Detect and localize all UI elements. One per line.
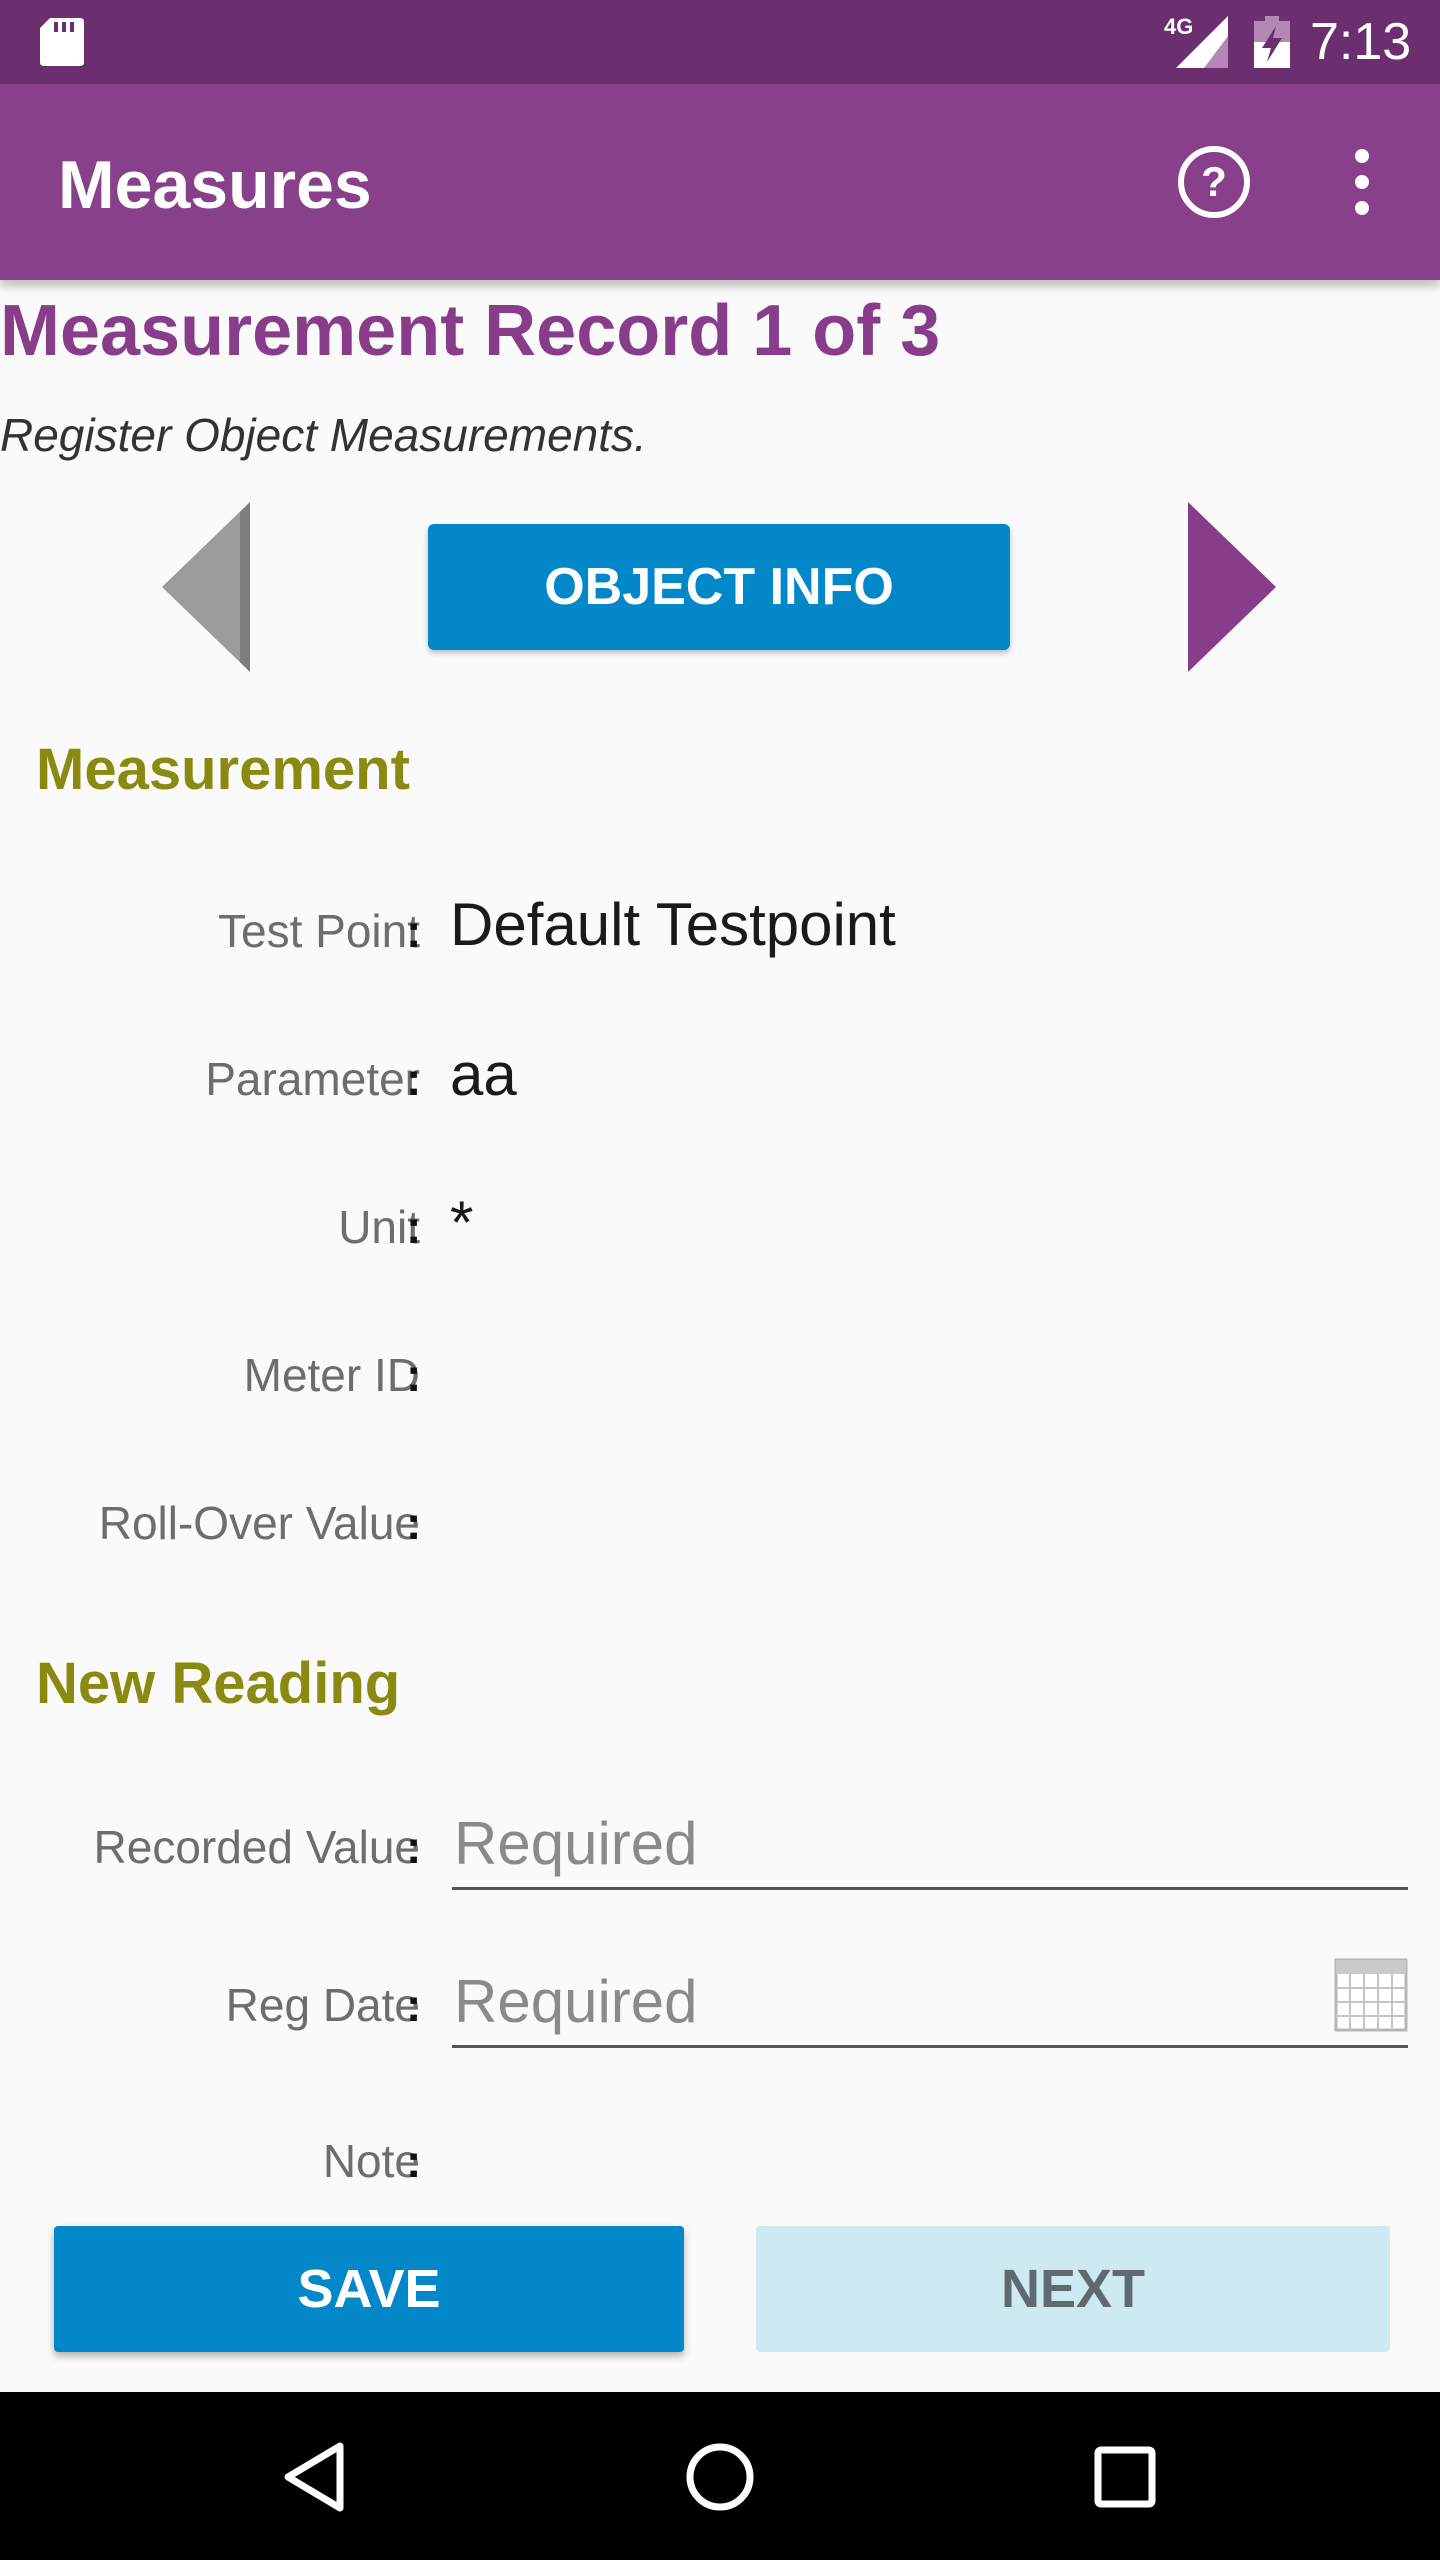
home-icon[interactable] [675,2432,765,2522]
signal-icon [1176,16,1228,68]
calendar-icon[interactable] [1334,1958,1408,2032]
parameter-label: Parameter [205,1053,420,1105]
record-subtitle: Register Object Measurements. [0,409,647,461]
record-title: Measurement Record 1 of 3 [0,291,941,371]
clock: 7:13 [1310,13,1412,71]
recents-icon[interactable] [1080,2432,1170,2522]
recorded-value-label: Recorded Value [93,1821,420,1873]
next-button[interactable]: NEXT [756,2226,1390,2352]
help-icon[interactable]: ? [1176,144,1252,220]
recorded-value-input[interactable] [452,1800,1408,1890]
parameter-colon: : [406,1053,422,1105]
meter-id-label: Meter ID [243,1349,420,1401]
app-title: Measures [58,147,372,223]
svg-text:?: ? [1201,158,1227,205]
next-record-arrow-icon[interactable] [1188,502,1278,672]
note-colon: : [406,2135,422,2187]
overflow-menu-icon[interactable] [1338,148,1386,216]
roll-over-value-label: Roll-Over Value [98,1497,420,1549]
meter-id-colon: : [406,1349,422,1401]
reg-date-input[interactable] [452,1958,1408,2048]
test-point-label: Test Point [218,905,420,957]
object-info-button[interactable]: OBJECT INFO [428,524,1010,650]
parameter-value: aa [450,1041,517,1108]
app-bar: Measures ? [0,84,1440,280]
new-reading-heading: New Reading [36,1651,401,1716]
unit-colon: : [406,1201,422,1253]
system-navigation-bar [0,2392,1440,2560]
recorded-value-colon: : [406,1821,422,1873]
unit-value: * [450,1189,474,1256]
sd-card-icon [40,18,84,66]
measurement-heading: Measurement [36,737,410,802]
test-point-colon: : [406,905,422,957]
status-bar: 4G 7:13 [0,0,1440,84]
previous-record-arrow-icon[interactable] [160,502,250,672]
battery-charging-icon [1254,16,1290,68]
test-point-value: Default Testpoint [450,891,896,958]
back-icon[interactable] [272,2432,362,2522]
save-button[interactable]: SAVE [54,2226,684,2352]
reg-date-colon: : [406,1979,422,2031]
reg-date-label: Reg Date [225,1979,420,2031]
roll-over-value-colon: : [406,1497,422,1549]
